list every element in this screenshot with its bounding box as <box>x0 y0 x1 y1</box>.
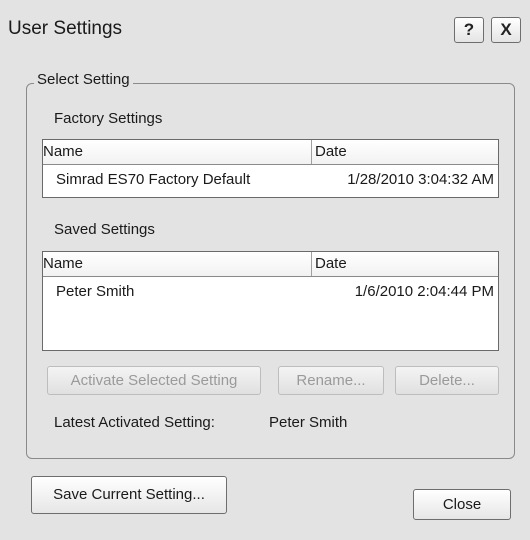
column-header-name[interactable]: Name <box>43 143 83 160</box>
select-setting-legend: Select Setting <box>34 71 133 88</box>
list-header: Name Date <box>43 140 498 165</box>
help-button[interactable]: ? <box>454 17 484 43</box>
row-name: Simrad ES70 Factory Default <box>56 171 251 188</box>
column-header-date[interactable]: Date <box>311 252 347 276</box>
factory-settings-list[interactable]: Name Date Simrad ES70 Factory Default 1/… <box>42 139 499 198</box>
saved-settings-list[interactable]: Name Date Peter Smith 1/6/2010 2:04:44 P… <box>42 251 499 351</box>
saved-settings-label: Saved Settings <box>54 221 155 238</box>
delete-button[interactable]: Delete... <box>395 366 499 395</box>
close-button[interactable]: Close <box>413 489 511 520</box>
column-header-date[interactable]: Date <box>311 140 347 164</box>
factory-settings-label: Factory Settings <box>54 110 163 127</box>
rename-button[interactable]: Rename... <box>278 366 384 395</box>
user-settings-dialog: User Settings ? X Select Setting Factory… <box>0 0 530 540</box>
close-x-button[interactable]: X <box>491 17 521 43</box>
latest-activated-label: Latest Activated Setting: <box>54 414 215 431</box>
save-current-setting-button[interactable]: Save Current Setting... <box>31 476 227 514</box>
column-header-name[interactable]: Name <box>43 255 83 272</box>
list-header: Name Date <box>43 252 498 277</box>
activate-selected-setting-button[interactable]: Activate Selected Setting <box>47 366 261 395</box>
row-date: 1/6/2010 2:04:44 PM <box>354 283 494 300</box>
latest-activated-value: Peter Smith <box>269 414 348 431</box>
table-row[interactable]: Simrad ES70 Factory Default 1/28/2010 3:… <box>43 165 498 193</box>
row-name: Peter Smith <box>56 283 135 300</box>
table-row[interactable]: Peter Smith 1/6/2010 2:04:44 PM <box>43 277 498 305</box>
dialog-title: User Settings <box>8 18 123 39</box>
row-date: 1/28/2010 3:04:32 AM <box>347 171 494 188</box>
